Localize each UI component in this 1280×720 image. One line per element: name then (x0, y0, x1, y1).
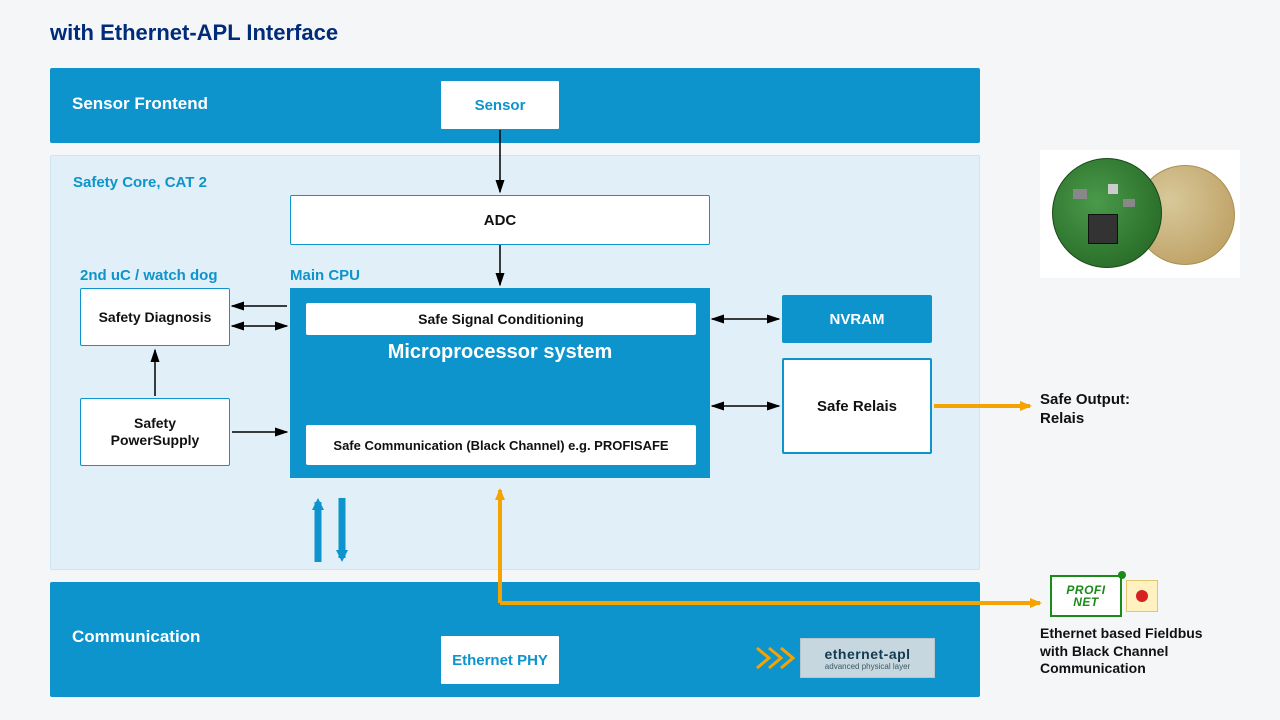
logo-profinet: PROFI NET (1050, 575, 1158, 617)
maincpu-label: Main CPU (290, 267, 360, 284)
box-safety-power: Safety PowerSupply (80, 398, 230, 466)
safe-output-line1: Safe Output: (1040, 391, 1130, 410)
box-ethernet-phy: Ethernet PHY (440, 635, 560, 685)
page-title: with Ethernet-APL Interface (50, 20, 338, 46)
box-safety-diagnosis: Safety Diagnosis (80, 288, 230, 346)
profinet-line2: NET (1073, 596, 1099, 608)
logo-ethernet-apl: ethernet-apl advanced physical layer (800, 638, 935, 678)
sensor-frontend-label: Sensor Frontend (72, 94, 208, 114)
fieldbus-line1: Ethernet based Fieldbus (1040, 625, 1203, 643)
watchdog-label: 2nd uC / watch dog (80, 267, 218, 284)
box-nvram: NVRAM (782, 295, 932, 343)
logo-apl-line2: advanced physical layer (825, 662, 910, 671)
safety-core-label: Safety Core, CAT 2 (73, 174, 207, 191)
fieldbus-line2: with Black Channel (1040, 643, 1203, 661)
block-microprocessor: Safe Signal Conditioning Microprocessor … (290, 288, 710, 478)
profinet-box: PROFI NET (1050, 575, 1122, 617)
box-adc: ADC (290, 195, 710, 245)
logo-apl-line1: ethernet-apl (824, 646, 910, 662)
box-safe-signal: Safe Signal Conditioning (306, 303, 696, 335)
box-safe-relais: Safe Relais (782, 358, 932, 454)
box-sensor: Sensor (440, 80, 560, 130)
communication-label: Communication (72, 627, 200, 647)
text-fieldbus: Ethernet based Fieldbus with Black Chann… (1040, 625, 1203, 678)
fieldbus-line3: Communication (1040, 660, 1203, 678)
profisafe-dot-icon (1126, 580, 1158, 612)
box-safe-comm: Safe Communication (Black Channel) e.g. … (306, 425, 696, 465)
safe-output-line2: Relais (1040, 410, 1130, 429)
text-safe-output: Safe Output: Relais (1040, 391, 1130, 429)
image-pcb-boards (1040, 150, 1240, 278)
microprocessor-title: Microprocessor system (291, 341, 709, 364)
